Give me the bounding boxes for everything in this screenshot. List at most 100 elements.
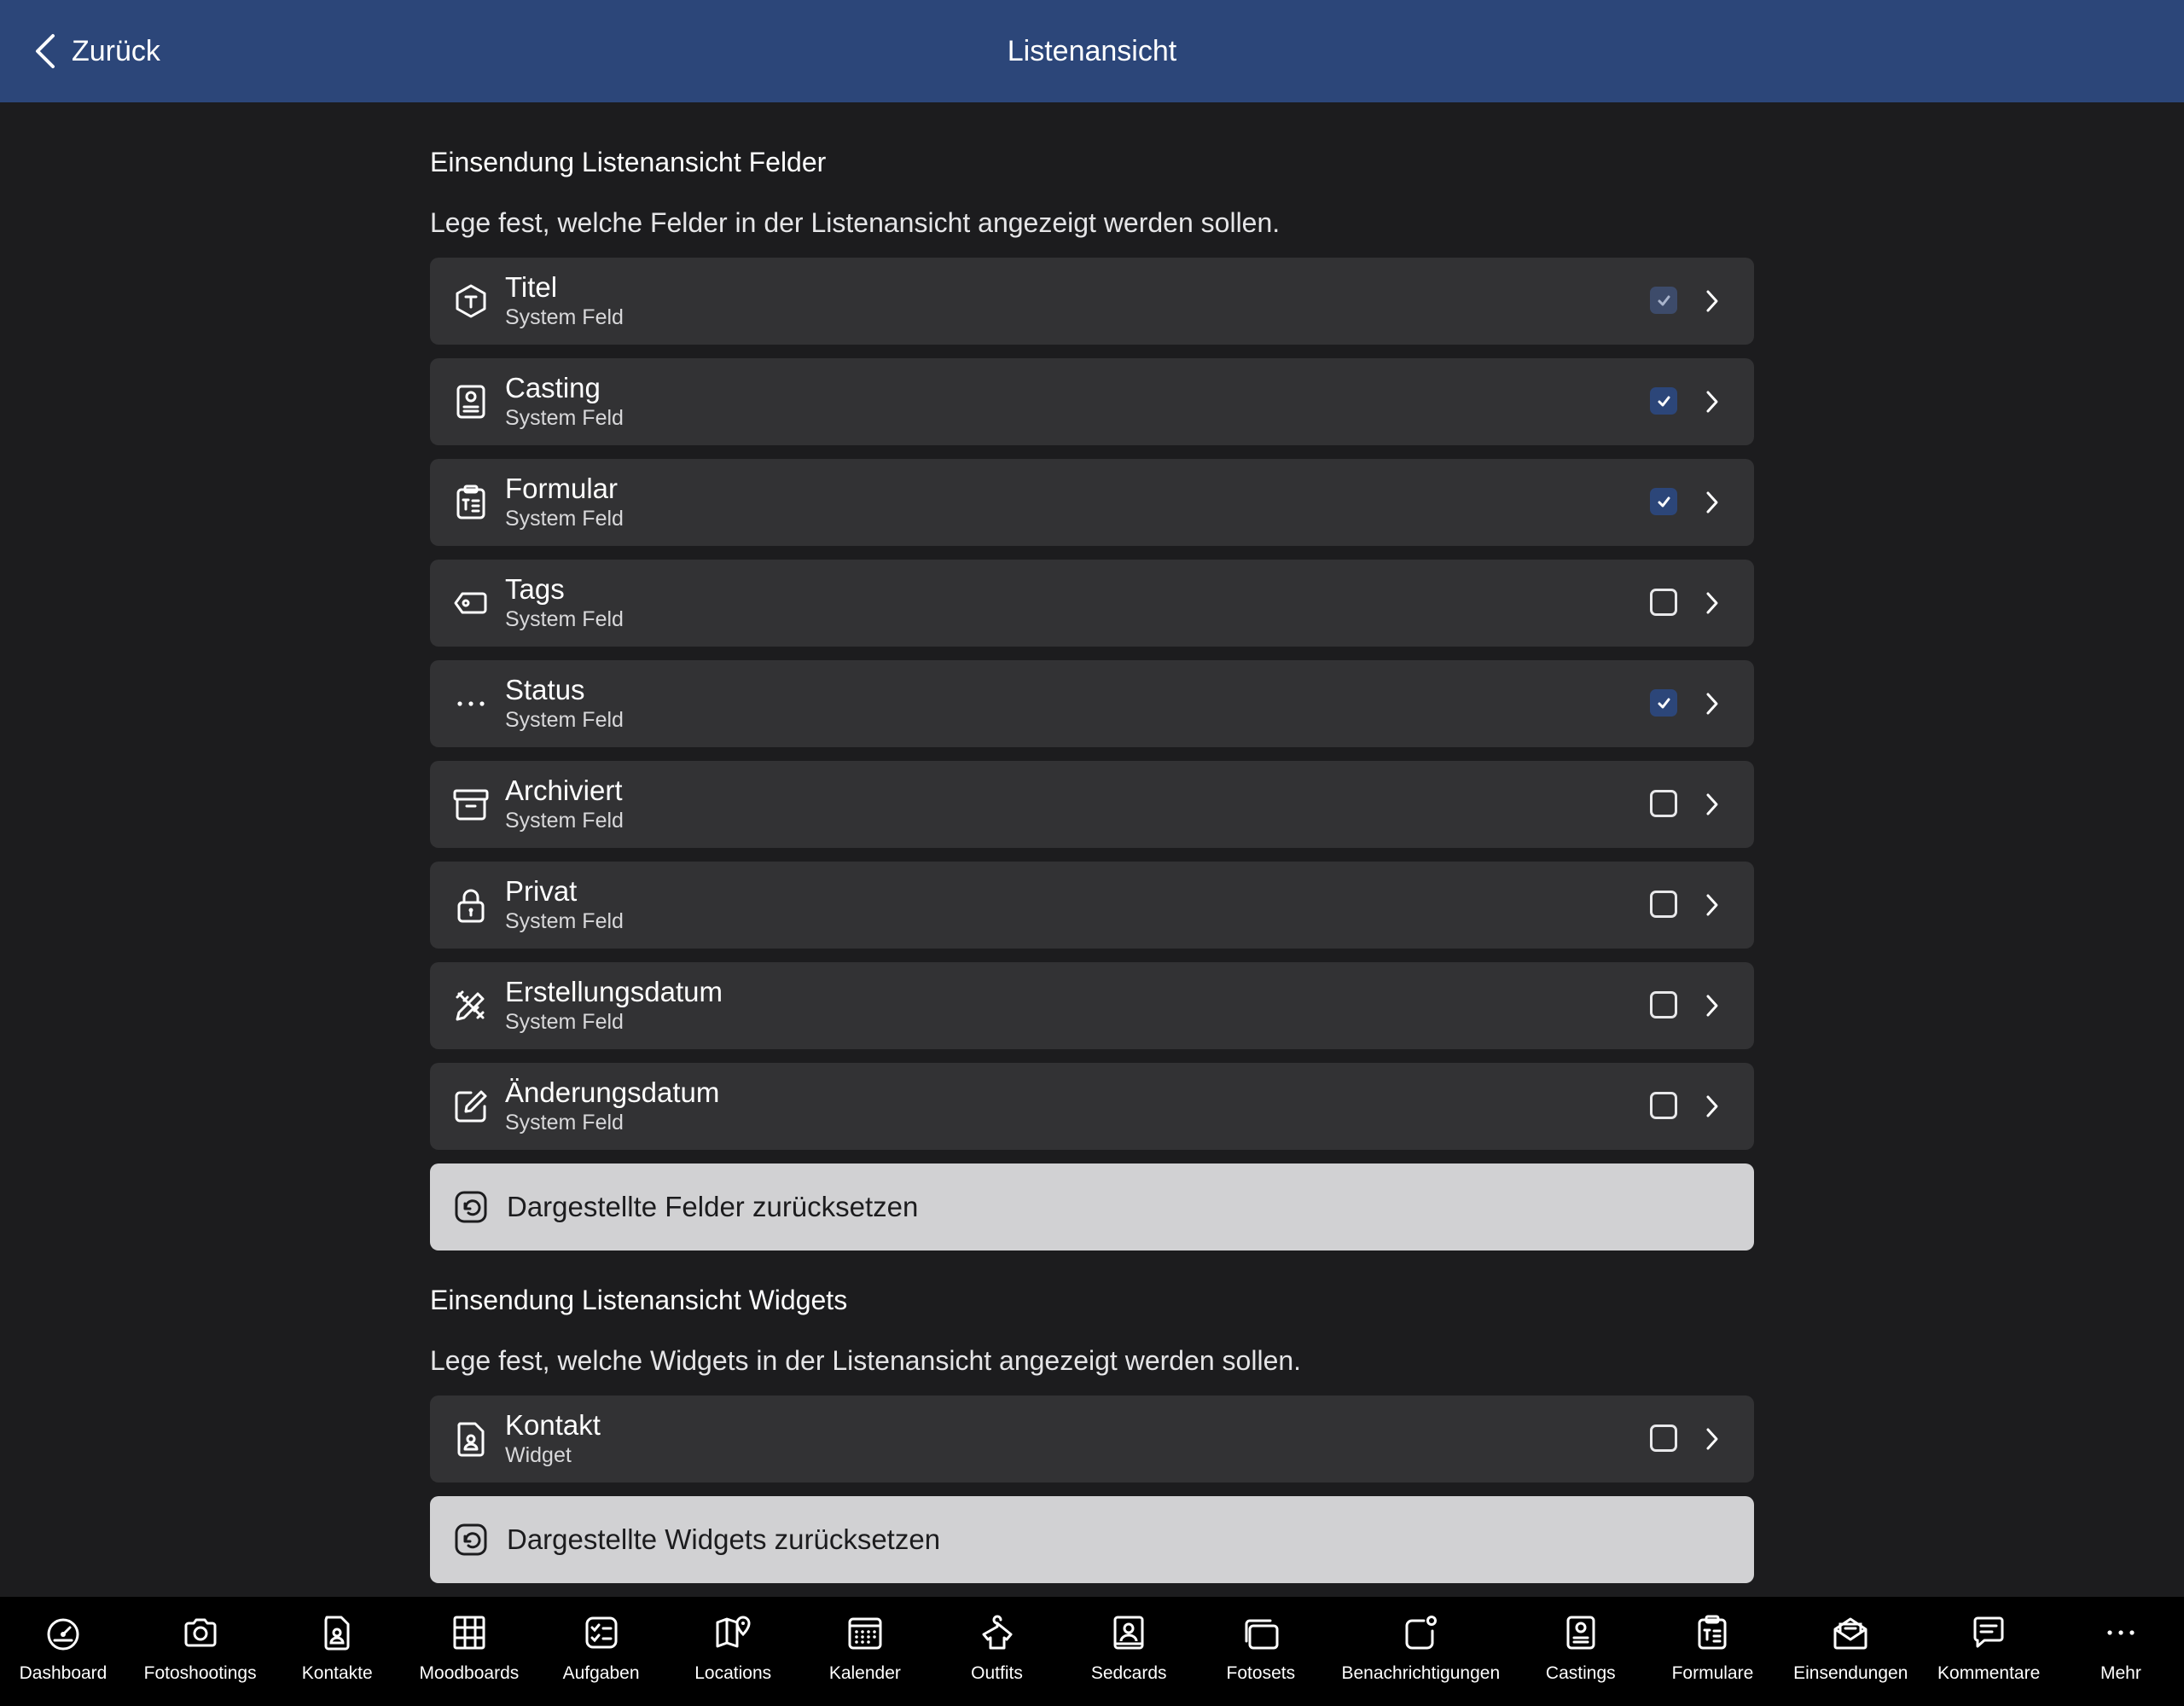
tab-label: Dashboard bbox=[19, 1663, 107, 1683]
tab-fotosets[interactable]: Fotosets bbox=[1210, 1597, 1312, 1706]
casting-card-icon bbox=[452, 383, 490, 421]
tab-mehr[interactable]: Mehr bbox=[2070, 1597, 2172, 1706]
back-button[interactable]: Zurück bbox=[34, 0, 160, 102]
tab-fotoshootings[interactable]: Fotoshootings bbox=[144, 1597, 257, 1706]
field-row-status[interactable]: Status System Feld bbox=[430, 660, 1754, 747]
field-subtitle: System Feld bbox=[505, 305, 624, 329]
contact-file-icon bbox=[324, 1616, 350, 1651]
tab-label: Formulare bbox=[1671, 1663, 1754, 1683]
person-card-icon bbox=[1113, 1616, 1144, 1650]
tab-kalender[interactable]: Kalender bbox=[814, 1597, 916, 1706]
field-row-formular[interactable]: Formular System Feld bbox=[430, 459, 1754, 546]
field-checkbox[interactable] bbox=[1650, 287, 1677, 314]
main-content: Einsendung Listenansicht Felder Lege fes… bbox=[430, 102, 1754, 1597]
field-row-aenderungsdatum[interactable]: Änderungsdatum System Feld bbox=[430, 1063, 1754, 1150]
chevron-right-icon[interactable] bbox=[1705, 1094, 1720, 1119]
field-checkbox[interactable] bbox=[1650, 589, 1677, 616]
tab-label: Locations bbox=[694, 1663, 772, 1683]
field-title: Formular bbox=[505, 473, 619, 504]
reset-icon bbox=[452, 1188, 490, 1226]
tab-kontakte[interactable]: Kontakte bbox=[286, 1597, 388, 1706]
field-subtitle: System Feld bbox=[505, 1010, 624, 1034]
field-checkbox[interactable] bbox=[1650, 1092, 1677, 1119]
widgets-section-description: Lege fest, welche Widgets in der Listena… bbox=[430, 1345, 1302, 1376]
field-row-archiviert[interactable]: Archiviert System Feld bbox=[430, 761, 1754, 848]
field-row-erstellungsdatum[interactable]: Erstellungsdatum System Feld bbox=[430, 962, 1754, 1049]
comment-icon bbox=[1973, 1616, 2004, 1648]
widget-checkbox[interactable] bbox=[1650, 1425, 1677, 1452]
chevron-right-icon[interactable] bbox=[1705, 691, 1720, 717]
field-subtitle: System Feld bbox=[505, 607, 624, 631]
field-subtitle: System Feld bbox=[505, 708, 624, 732]
tab-benachrichtigungen[interactable]: Benachrichtigungen bbox=[1341, 1597, 1500, 1706]
dots-icon bbox=[452, 685, 490, 722]
field-title: Änderungsdatum bbox=[505, 1076, 720, 1108]
widget-row-kontakt[interactable]: Kontakt Widget bbox=[430, 1396, 1754, 1483]
widgets-list: Kontakt Widget bbox=[430, 1396, 1754, 1483]
reset-widgets-label: Dargestellte Widgets zurücksetzen bbox=[507, 1523, 941, 1555]
widget-title: Kontakt bbox=[505, 1409, 601, 1441]
edit-square-icon bbox=[452, 1088, 490, 1125]
back-label: Zurück bbox=[72, 34, 160, 67]
tab-label: Kalender bbox=[828, 1663, 901, 1683]
tab-kommentare[interactable]: Kommentare bbox=[1937, 1597, 2040, 1706]
reset-fields-button[interactable]: Dargestellte Felder zurücksetzen bbox=[430, 1163, 1754, 1250]
lock-icon bbox=[452, 886, 490, 924]
tab-dashboard[interactable]: Dashboard bbox=[12, 1597, 114, 1706]
nav-header: Zurück Listenansicht bbox=[0, 0, 2184, 102]
tab-castings[interactable]: Castings bbox=[1530, 1597, 1632, 1706]
tab-einsendungen[interactable]: Einsendungen bbox=[1793, 1597, 1908, 1706]
gauge-icon bbox=[47, 1618, 79, 1651]
clipboard-list-icon bbox=[1698, 1615, 1727, 1650]
chevron-right-icon[interactable] bbox=[1705, 389, 1720, 415]
casting-card-icon bbox=[1566, 1616, 1595, 1650]
tab-label: Aufgaben bbox=[562, 1663, 640, 1683]
chevron-right-icon[interactable] bbox=[1705, 288, 1720, 314]
field-subtitle: System Feld bbox=[505, 507, 624, 531]
widget-subtitle: Widget bbox=[505, 1443, 572, 1467]
field-checkbox[interactable] bbox=[1650, 991, 1677, 1018]
tab-label: Castings bbox=[1545, 1663, 1616, 1683]
chevron-right-icon[interactable] bbox=[1705, 792, 1720, 817]
tab-label: Fotoshootings bbox=[143, 1663, 257, 1683]
field-row-tags[interactable]: Tags System Feld bbox=[430, 560, 1754, 647]
chevron-right-icon[interactable] bbox=[1705, 1426, 1720, 1452]
tab-label: Kommentare bbox=[1937, 1663, 2041, 1683]
field-checkbox[interactable] bbox=[1650, 689, 1677, 717]
fields-section-title: Einsendung Listenansicht Felder bbox=[430, 147, 827, 177]
notification-icon bbox=[1405, 1616, 1438, 1650]
field-checkbox[interactable] bbox=[1650, 387, 1677, 415]
tab-locations[interactable]: Locations bbox=[682, 1597, 784, 1706]
field-row-casting[interactable]: Casting System Feld bbox=[430, 358, 1754, 445]
field-title: Archiviert bbox=[505, 775, 623, 806]
reset-widgets-button[interactable]: Dargestellte Widgets zurücksetzen bbox=[430, 1496, 1754, 1583]
tab-moodboards[interactable]: Moodboards bbox=[418, 1597, 520, 1706]
camera-icon bbox=[184, 1618, 217, 1647]
contact-file-icon bbox=[452, 1420, 490, 1458]
tab-label: Kontakte bbox=[301, 1663, 373, 1683]
tab-outfits[interactable]: Outfits bbox=[946, 1597, 1048, 1706]
chevron-right-icon[interactable] bbox=[1705, 993, 1720, 1018]
tab-formulare[interactable]: Formulare bbox=[1661, 1597, 1763, 1706]
chevron-right-icon[interactable] bbox=[1705, 892, 1720, 918]
tab-sedcards[interactable]: Sedcards bbox=[1077, 1597, 1180, 1706]
clipboard-list-icon bbox=[452, 484, 490, 521]
tab-label: Moodboards bbox=[419, 1663, 520, 1683]
field-title: Status bbox=[505, 674, 585, 705]
field-row-privat[interactable]: Privat System Feld bbox=[430, 862, 1754, 949]
fields-list: Titel System Feld Casting System Feld Fo… bbox=[430, 258, 1754, 1150]
field-checkbox[interactable] bbox=[1650, 891, 1677, 918]
tab-label: Benachrichtigungen bbox=[1341, 1663, 1501, 1683]
field-row-titel[interactable]: Titel System Feld bbox=[430, 258, 1754, 345]
widgets-section-title: Einsendung Listenansicht Widgets bbox=[430, 1285, 848, 1315]
map-pin-icon bbox=[716, 1616, 751, 1648]
chevron-right-icon[interactable] bbox=[1705, 490, 1720, 515]
bottom-tab-bar: Dashboard Fotoshootings Kontakte Moodboa… bbox=[0, 1597, 2184, 1706]
envelope-open-icon bbox=[1833, 1617, 1867, 1650]
field-checkbox[interactable] bbox=[1650, 790, 1677, 817]
tab-aufgaben[interactable]: Aufgaben bbox=[550, 1597, 653, 1706]
photo-stack-icon bbox=[1245, 1619, 1279, 1650]
field-checkbox[interactable] bbox=[1650, 488, 1677, 515]
chevron-right-icon[interactable] bbox=[1705, 590, 1720, 616]
tab-label: Fotosets bbox=[1226, 1663, 1296, 1683]
